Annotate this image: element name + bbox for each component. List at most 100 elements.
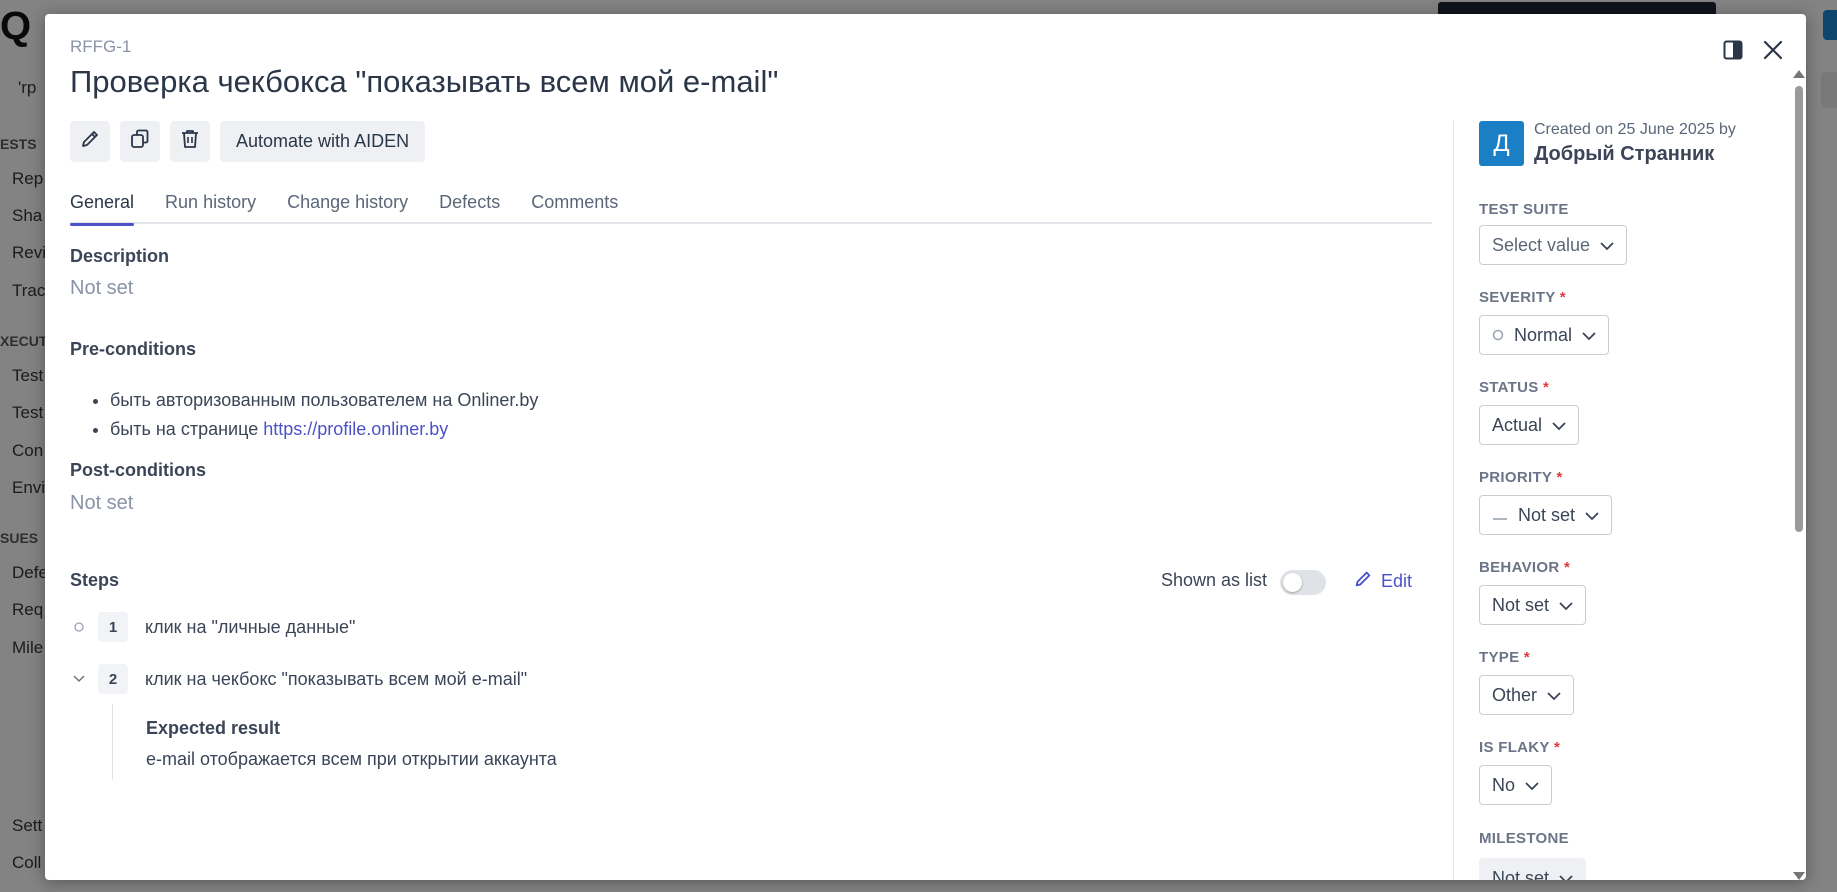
required-marker: * xyxy=(1543,379,1550,396)
select-value: Not set xyxy=(1492,867,1550,881)
field-label-priority: PRIORITY * xyxy=(1479,469,1563,486)
scroll-down-arrow[interactable] xyxy=(1793,872,1805,880)
dash-icon xyxy=(1492,505,1508,526)
toggle-knob xyxy=(1283,573,1302,592)
field-label-test-suite: TEST SUITE xyxy=(1479,201,1569,218)
step-row: 2 клик на чекбокс "показывать всем мой e… xyxy=(70,663,527,695)
automate-aiden-button[interactable]: Automate with AIDEN xyxy=(220,121,426,162)
profile-link[interactable]: https://profile.onliner.by xyxy=(263,419,448,439)
required-marker: * xyxy=(1556,469,1563,486)
test-suite-select[interactable]: Select value xyxy=(1479,225,1628,265)
select-value: No xyxy=(1492,774,1516,795)
field-label-type: TYPE * xyxy=(1479,649,1530,666)
step-text: клик на чекбокс "показывать всем мой e-m… xyxy=(145,668,528,689)
toolbar: Automate with AIDEN xyxy=(70,121,426,162)
field-label-text: PRIORITY xyxy=(1479,469,1552,486)
is-flaky-select[interactable]: No xyxy=(1479,765,1553,805)
expected-result: Expected result e-mail отображается всем… xyxy=(112,704,557,780)
field-label-status: STATUS * xyxy=(1479,379,1549,396)
step-number: 1 xyxy=(98,612,128,642)
tab-bar: General Run history Change history Defec… xyxy=(70,178,1432,226)
step-text: клик на "личные данные" xyxy=(145,616,356,637)
description-label: Description xyxy=(70,246,170,266)
edit-button[interactable] xyxy=(70,121,110,162)
field-label-text: IS FLAKY xyxy=(1479,739,1550,756)
avatar: Д xyxy=(1479,121,1524,166)
field-label-severity: SEVERITY * xyxy=(1479,289,1566,306)
scroll-up-arrow[interactable] xyxy=(1793,70,1805,78)
chevron-down-icon xyxy=(1547,685,1561,706)
step-number: 2 xyxy=(98,664,128,694)
chevron-down-icon xyxy=(1559,868,1573,880)
field-label-milestone: MILESTONE xyxy=(1479,830,1569,847)
priority-select[interactable]: Not set xyxy=(1479,495,1613,535)
severity-select[interactable]: Normal xyxy=(1479,315,1610,355)
creator-name: Добрый Странник xyxy=(1534,143,1715,165)
steps-edit-label: Edit xyxy=(1381,571,1413,591)
field-label-text: TYPE xyxy=(1479,649,1520,666)
copy-button[interactable] xyxy=(120,121,160,162)
tab-comments[interactable]: Comments xyxy=(531,178,618,224)
milestone-select[interactable]: Not set xyxy=(1479,858,1587,881)
required-marker: * xyxy=(1523,649,1530,666)
steps-edit-button[interactable]: Edit xyxy=(1353,569,1412,594)
chevron-down-icon xyxy=(1552,415,1566,436)
expected-result-text: e-mail отображается всем при открытии ак… xyxy=(146,749,557,769)
chevron-down-icon xyxy=(1525,775,1539,796)
copy-icon xyxy=(129,128,151,155)
precondition-text: быть авторизованным пользователем на Onl… xyxy=(110,390,539,410)
select-value: Not set xyxy=(1492,594,1550,615)
select-value: Normal xyxy=(1514,324,1573,345)
description-value: Not set xyxy=(70,277,134,299)
chevron-down-icon xyxy=(1600,235,1614,256)
required-marker: * xyxy=(1563,559,1571,576)
required-marker: * xyxy=(1553,739,1561,756)
created-text: Created on 25 June 2025 by xyxy=(1534,121,1736,138)
postconditions-label: Post-conditions xyxy=(70,460,206,480)
field-label-text: MILESTONE xyxy=(1479,830,1569,847)
sidebar-divider xyxy=(1453,121,1454,880)
chevron-down-icon[interactable] xyxy=(70,675,88,683)
chevron-down-icon xyxy=(1582,325,1596,346)
shown-as-list-label: Shown as list xyxy=(1161,570,1268,590)
select-value: Not set xyxy=(1518,504,1576,525)
delete-button[interactable] xyxy=(170,121,210,162)
pencil-icon xyxy=(79,128,101,155)
field-label-is-flaky: IS FLAKY * xyxy=(1479,739,1560,756)
step-row: 1 клик на "личные данные" xyxy=(70,611,355,643)
case-title: Проверка чекбокса "показывать всем мой e… xyxy=(70,64,779,99)
test-case-modal: RFFG-1 Проверка чекбокса "показывать все… xyxy=(45,14,1806,880)
preconditions-list: быть авторизованным пользователем на Onl… xyxy=(110,386,538,444)
expected-result-label: Expected result xyxy=(146,718,281,738)
close-icon[interactable] xyxy=(1757,34,1789,66)
steps-label: Steps xyxy=(70,570,120,590)
select-value: Actual xyxy=(1492,414,1543,435)
tab-defects[interactable]: Defects xyxy=(439,178,500,224)
field-label-text: STATUS xyxy=(1479,379,1539,396)
type-select[interactable]: Other xyxy=(1479,675,1575,715)
scroll-thumb[interactable] xyxy=(1795,86,1803,532)
case-id: RFFG-1 xyxy=(70,37,132,56)
chevron-down-icon xyxy=(1559,595,1573,616)
field-label-text: TEST SUITE xyxy=(1479,201,1569,218)
tab-change-history[interactable]: Change history xyxy=(287,178,408,224)
field-label-behavior: BEHAVIOR * xyxy=(1479,559,1570,576)
behavior-select[interactable]: Not set xyxy=(1479,585,1587,625)
status-select[interactable]: Actual xyxy=(1479,405,1580,445)
select-value: Other xyxy=(1492,684,1538,705)
precondition-text: быть на странице xyxy=(110,419,264,439)
select-value: Select value xyxy=(1492,234,1591,255)
shown-as-list-toggle[interactable] xyxy=(1280,570,1326,595)
field-label-text: BEHAVIOR xyxy=(1479,559,1560,576)
chevron-down-icon xyxy=(1585,505,1599,526)
circle-icon xyxy=(70,622,88,632)
tab-run-history[interactable]: Run history xyxy=(165,178,256,224)
sidebar-scrollbar[interactable] xyxy=(1793,70,1805,880)
list-item: быть авторизованным пользователем на Onl… xyxy=(110,386,538,415)
postconditions-value: Not set xyxy=(70,492,134,514)
tab-general[interactable]: General xyxy=(70,178,135,226)
toggle-panel-icon[interactable] xyxy=(1717,34,1749,66)
preconditions-label: Pre-conditions xyxy=(70,339,197,359)
field-label-text: SEVERITY xyxy=(1479,289,1556,306)
trash-icon xyxy=(179,128,201,155)
